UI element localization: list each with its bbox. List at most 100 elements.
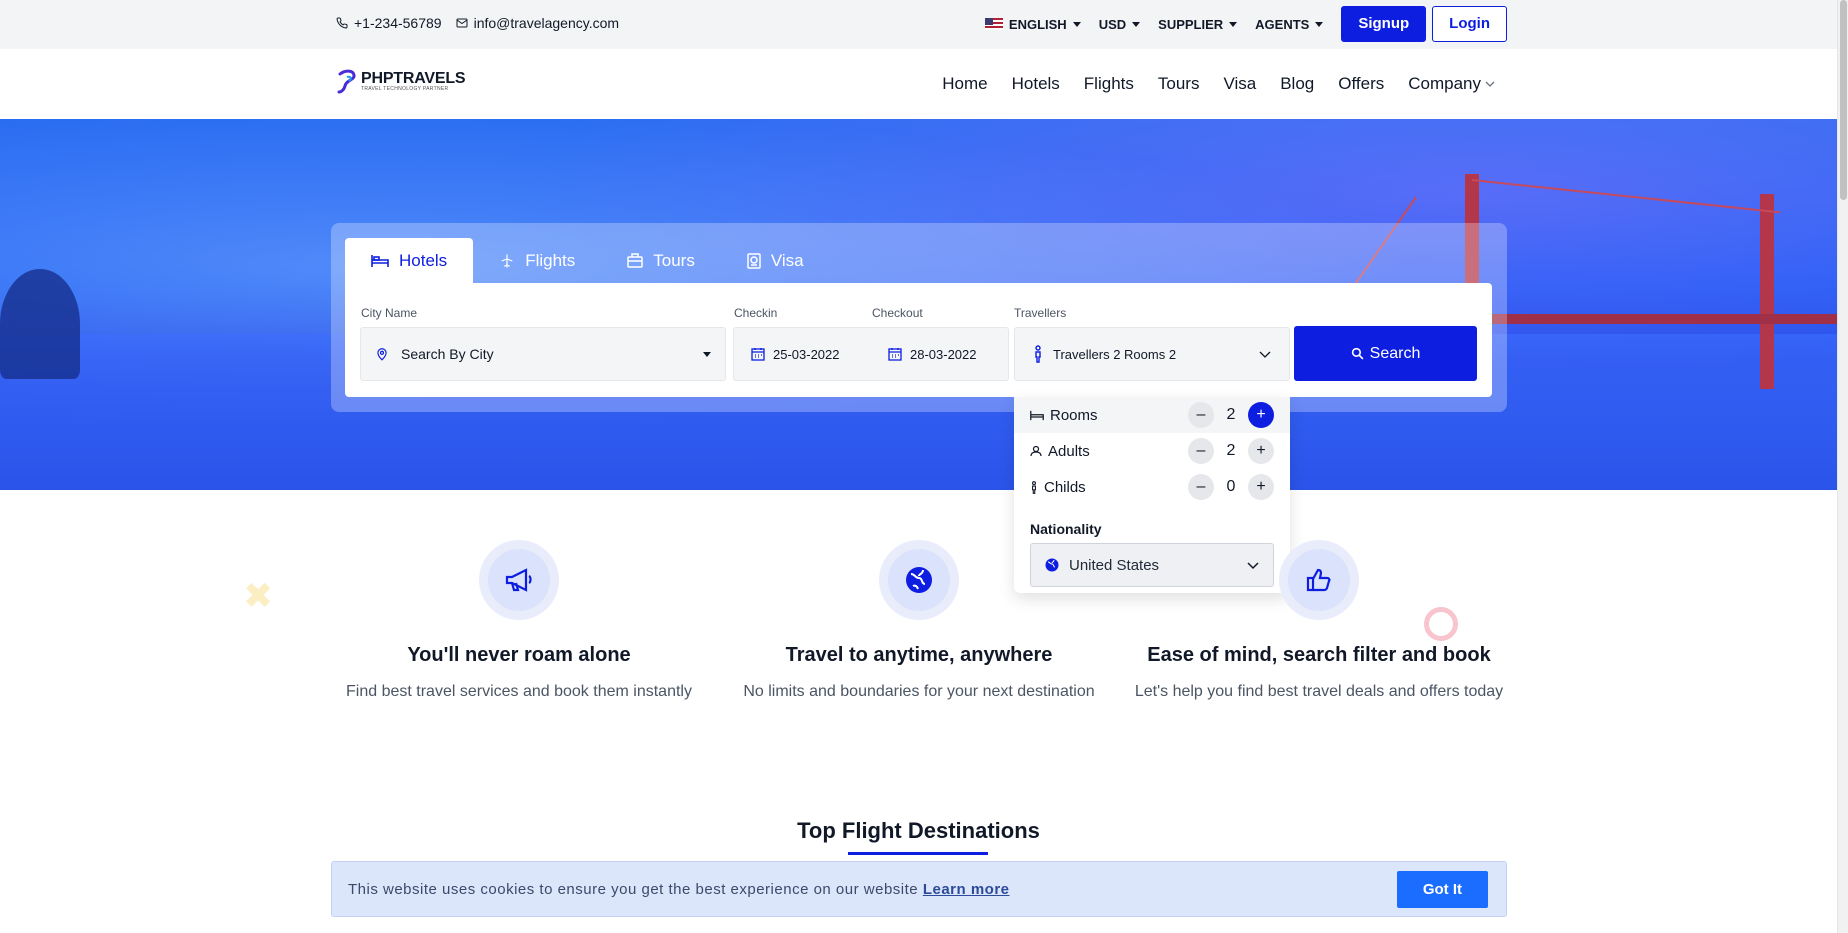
currency-dropdown[interactable]: USD [1098, 16, 1141, 32]
nav-blog[interactable]: Blog [1280, 74, 1314, 94]
supplier-dropdown[interactable]: SUPPLIER [1158, 17, 1238, 32]
bridge-tower [1760, 194, 1774, 389]
adults-increment-button[interactable]: + [1248, 438, 1274, 464]
calendar-icon [751, 348, 765, 361]
travellers-value: Travellers 2 Rooms 2 [1053, 346, 1177, 362]
feature-title: You'll never roam alone [407, 644, 631, 666]
checkin-value: 25-03-2022 [773, 346, 840, 362]
cookie-banner: This website uses cookies to ensure you … [331, 861, 1507, 917]
login-button[interactable]: Login [1432, 6, 1507, 42]
tab-visa[interactable]: Visa [721, 238, 830, 283]
tab-tours-label: Tours [653, 250, 695, 270]
travellers-select[interactable]: Travellers 2 Rooms 2 [1014, 327, 1290, 381]
nav-hotels[interactable]: Hotels [1012, 74, 1060, 94]
cookie-text: This website uses cookies to ensure you … [348, 880, 919, 898]
tab-flights-label: Flights [525, 250, 576, 270]
user-icon [1030, 445, 1042, 457]
nav-flights[interactable]: Flights [1084, 74, 1134, 94]
rooms-decrement-button[interactable]: – [1188, 402, 1214, 428]
childs-decrement-button[interactable]: – [1188, 474, 1214, 500]
top-bar: +1-234-56789 info@travelagency.com ENGLI… [0, 0, 1837, 49]
top-right-menu: ENGLISH USD SUPPLIER AGENTS Signup Login [984, 6, 1507, 42]
adults-decrement-button[interactable]: – [1188, 438, 1214, 464]
top-contact: +1-234-56789 info@travelagency.com [336, 15, 619, 31]
main-header: PHPTRAVELS TRAVEL TECHNOLOGY PARTNER Hom… [0, 49, 1837, 119]
checkin-label: Checkin [734, 306, 778, 320]
tab-hotels[interactable]: Hotels [345, 238, 474, 283]
chevron-down-icon [1485, 81, 1495, 87]
checkout-label: Checkout [872, 306, 923, 320]
nav-visa[interactable]: Visa [1223, 74, 1256, 94]
nav-tours[interactable]: Tours [1158, 74, 1200, 94]
calendar-icon [888, 348, 902, 361]
feature-text: Let's help you find best travel deals an… [1134, 683, 1504, 700]
checkin-input[interactable]: 25-03-2022 [734, 347, 871, 362]
nationality-label: Nationality [1030, 521, 1102, 537]
tab-flights[interactable]: Flights [473, 238, 601, 283]
main-nav: Home Hotels Flights Tours Visa Blog Offe… [942, 74, 1495, 94]
rooms-row: Rooms – 2 + [1014, 397, 1290, 433]
language-label: ENGLISH [1008, 16, 1067, 32]
city-select[interactable]: Search By City [360, 327, 726, 381]
phone-text: +1-234-56789 [354, 15, 442, 31]
caret-down-icon [703, 351, 711, 357]
phone-link[interactable]: +1-234-56789 [336, 15, 442, 31]
globe-icon [906, 567, 932, 593]
agents-label: AGENTS [1255, 16, 1310, 32]
checkout-value: 28-03-2022 [910, 346, 977, 362]
hero-rock [0, 269, 80, 379]
logo-title: PHPTRAVELS [361, 69, 466, 87]
city-label: City Name [361, 306, 418, 320]
caret-down-icon [1315, 21, 1324, 27]
caret-down-icon [1072, 21, 1081, 27]
chevron-down-icon [1259, 351, 1271, 358]
childs-row: Childs – 0 + [1030, 469, 1274, 505]
rooms-count: 2 [1226, 406, 1236, 423]
page-scrollbar[interactable] [1837, 0, 1848, 933]
currency-label: USD [1098, 16, 1127, 32]
feature-text: No limits and boundaries for your next d… [743, 683, 1095, 700]
feature-card: You'll never roam alone Find best travel… [329, 540, 709, 701]
childs-increment-button[interactable]: + [1248, 474, 1274, 500]
megaphone-icon [505, 568, 532, 592]
search-icon [1351, 347, 1364, 360]
tab-visa-label: Visa [770, 250, 804, 270]
nav-offers[interactable]: Offers [1338, 74, 1384, 94]
adults-row: Adults – 2 + [1030, 433, 1274, 469]
rooms-label: Rooms [1050, 406, 1098, 424]
nav-company-label: Company [1408, 74, 1481, 93]
travellers-label: Travellers [1014, 306, 1067, 320]
search-form: City Name Search By City Checkin Checkou… [345, 283, 1492, 397]
thumbs-up-icon [1306, 568, 1331, 592]
bridge-cable [1471, 179, 1781, 214]
us-flag-icon [984, 18, 1003, 30]
logo-tagline: TRAVEL TECHNOLOGY PARTNER [361, 85, 449, 92]
suitcase-icon [627, 253, 644, 268]
search-tabs: Hotels Flights Tours Visa [345, 238, 830, 283]
childs-label: Childs [1044, 478, 1086, 496]
search-button-label: Search [1369, 344, 1421, 362]
bed-icon [1030, 410, 1044, 420]
bed-icon [371, 254, 389, 267]
search-button[interactable]: Search [1294, 326, 1477, 381]
checkout-input[interactable]: 28-03-2022 [871, 347, 1008, 362]
scrollbar-thumb[interactable] [1840, 0, 1847, 200]
tab-tours[interactable]: Tours [601, 238, 721, 283]
feature-title: Ease of mind, search filter and book [1147, 644, 1491, 666]
email-link[interactable]: info@travelagency.com [456, 15, 619, 31]
got-it-button[interactable]: Got It [1396, 870, 1488, 908]
nav-home[interactable]: Home [942, 74, 987, 94]
decorative-cross: ✖ [243, 575, 274, 616]
logo[interactable]: PHPTRAVELS TRAVEL TECHNOLOGY PARTNER [337, 68, 466, 94]
agents-dropdown[interactable]: AGENTS [1255, 16, 1324, 32]
caret-down-icon [1132, 21, 1141, 27]
nav-company[interactable]: Company [1408, 74, 1495, 94]
section-title-underline [848, 852, 988, 855]
location-pin-icon [377, 348, 387, 361]
signup-button[interactable]: Signup [1341, 6, 1427, 42]
rooms-increment-button[interactable]: + [1248, 402, 1274, 428]
language-dropdown[interactable]: ENGLISH [984, 16, 1081, 32]
adults-label: Adults [1048, 442, 1090, 460]
plane-icon [501, 253, 513, 268]
learn-more-link[interactable]: Learn more [923, 881, 1010, 898]
